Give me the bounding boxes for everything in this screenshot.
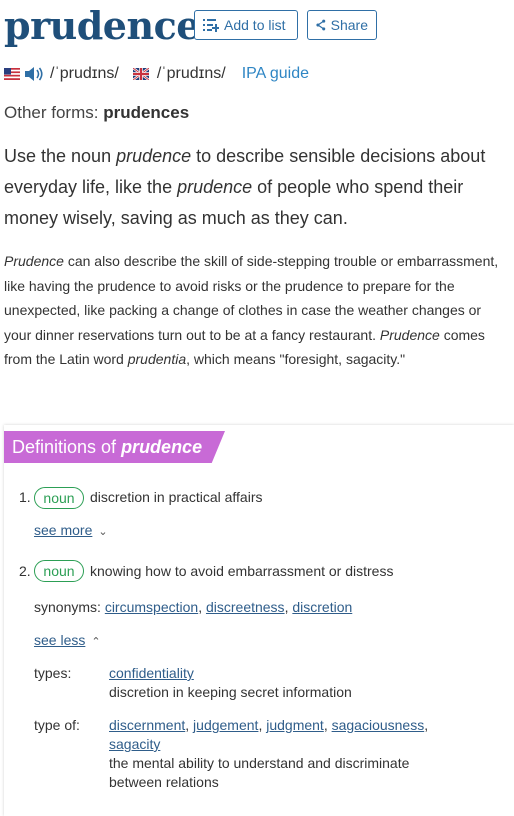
share-icon <box>316 19 326 31</box>
typeof-link[interactable]: discernment <box>109 717 185 733</box>
us-flag-icon <box>4 68 20 80</box>
share-button[interactable]: Share <box>307 10 377 40</box>
see-more-link[interactable]: see more ⌄ <box>34 522 108 538</box>
short-description: Use the noun prudence to describe sensib… <box>4 141 510 234</box>
chevron-up-icon: ⌃ <box>91 636 101 648</box>
type-link[interactable]: confidentiality <box>109 665 194 681</box>
synonyms-label: synonyms: <box>34 599 101 615</box>
typeof-description: the mental ability to understand and dis… <box>109 755 410 790</box>
long-desc-text: , which means "foresight, sagacity." <box>186 351 406 367</box>
definitions-title-word: prudence <box>121 437 203 457</box>
chevron-down-icon: ⌄ <box>98 526 108 538</box>
types-block: confidentiality discretion in keeping se… <box>109 664 489 702</box>
definitions-title-prefix: Definitions of <box>12 437 122 457</box>
other-forms: Other forms: prudences <box>4 103 189 123</box>
add-to-list-label: Add to list <box>224 17 286 33</box>
see-less-label: see less <box>34 632 86 648</box>
typeof-link[interactable]: sagaciousness <box>332 717 425 733</box>
see-less-link[interactable]: see less ⌃ <box>34 632 101 648</box>
list-add-icon <box>203 19 219 32</box>
definition-text: knowing how to avoid embarrassment or di… <box>90 563 394 579</box>
headword: prudence <box>4 3 200 48</box>
share-label: Share <box>330 17 368 33</box>
speaker-icon[interactable] <box>24 66 44 82</box>
pronunciation-row: /ˈprudɪns/ /ˈprudɪns/ IPA guide <box>4 62 309 86</box>
definition-number: 1. <box>19 489 31 505</box>
typeof-link[interactable]: judgement <box>193 717 258 733</box>
synonyms-row: synonyms: circumspection, discreetness, … <box>34 599 353 615</box>
ipa-guide-link[interactable]: IPA guide <box>242 65 309 83</box>
definition-text: discretion in practical affairs <box>90 489 263 505</box>
typeof-label: type of: <box>34 717 80 733</box>
typeof-link[interactable]: judgment <box>266 717 324 733</box>
other-forms-label: Other forms: <box>4 103 99 122</box>
long-description: Prudence can also describe the skill of … <box>4 249 504 372</box>
uk-pronunciation: /ˈprudɪns/ <box>156 65 226 82</box>
synonym-link[interactable]: discreetness <box>206 599 285 615</box>
long-desc-latin: prudentia <box>127 351 187 367</box>
types-description: discretion in keeping secret information <box>109 684 352 700</box>
short-desc-word: prudence <box>177 177 253 197</box>
typeof-block: discernment, judgement, judgment, sagaci… <box>109 717 429 790</box>
typeof-link[interactable]: sagacity <box>109 736 160 752</box>
pos-badge: noun <box>34 487 84 509</box>
definitions-title: Definitions of prudence <box>4 431 225 463</box>
synonym-link[interactable]: circumspection <box>105 599 198 615</box>
add-to-list-button[interactable]: Add to list <box>194 10 298 40</box>
us-pronunciation: /ˈprudɪns/ <box>50 65 119 82</box>
definitions-card: Definitions of prudence 1. noun discreti… <box>4 425 514 816</box>
short-desc-word: prudence <box>116 146 192 166</box>
long-desc-word: Prudence <box>4 253 64 269</box>
synonym-link[interactable]: discretion <box>292 599 352 615</box>
other-forms-value: prudences <box>103 103 190 122</box>
definition-number: 2. <box>19 563 31 579</box>
see-more-label: see more <box>34 522 93 538</box>
types-label: types: <box>34 665 72 681</box>
uk-flag-icon <box>132 68 149 80</box>
word-header: prudence <box>4 0 200 52</box>
long-desc-word: Prudence <box>379 326 440 343</box>
pos-badge: noun <box>34 560 84 582</box>
short-desc-text: Use the noun <box>4 146 117 166</box>
